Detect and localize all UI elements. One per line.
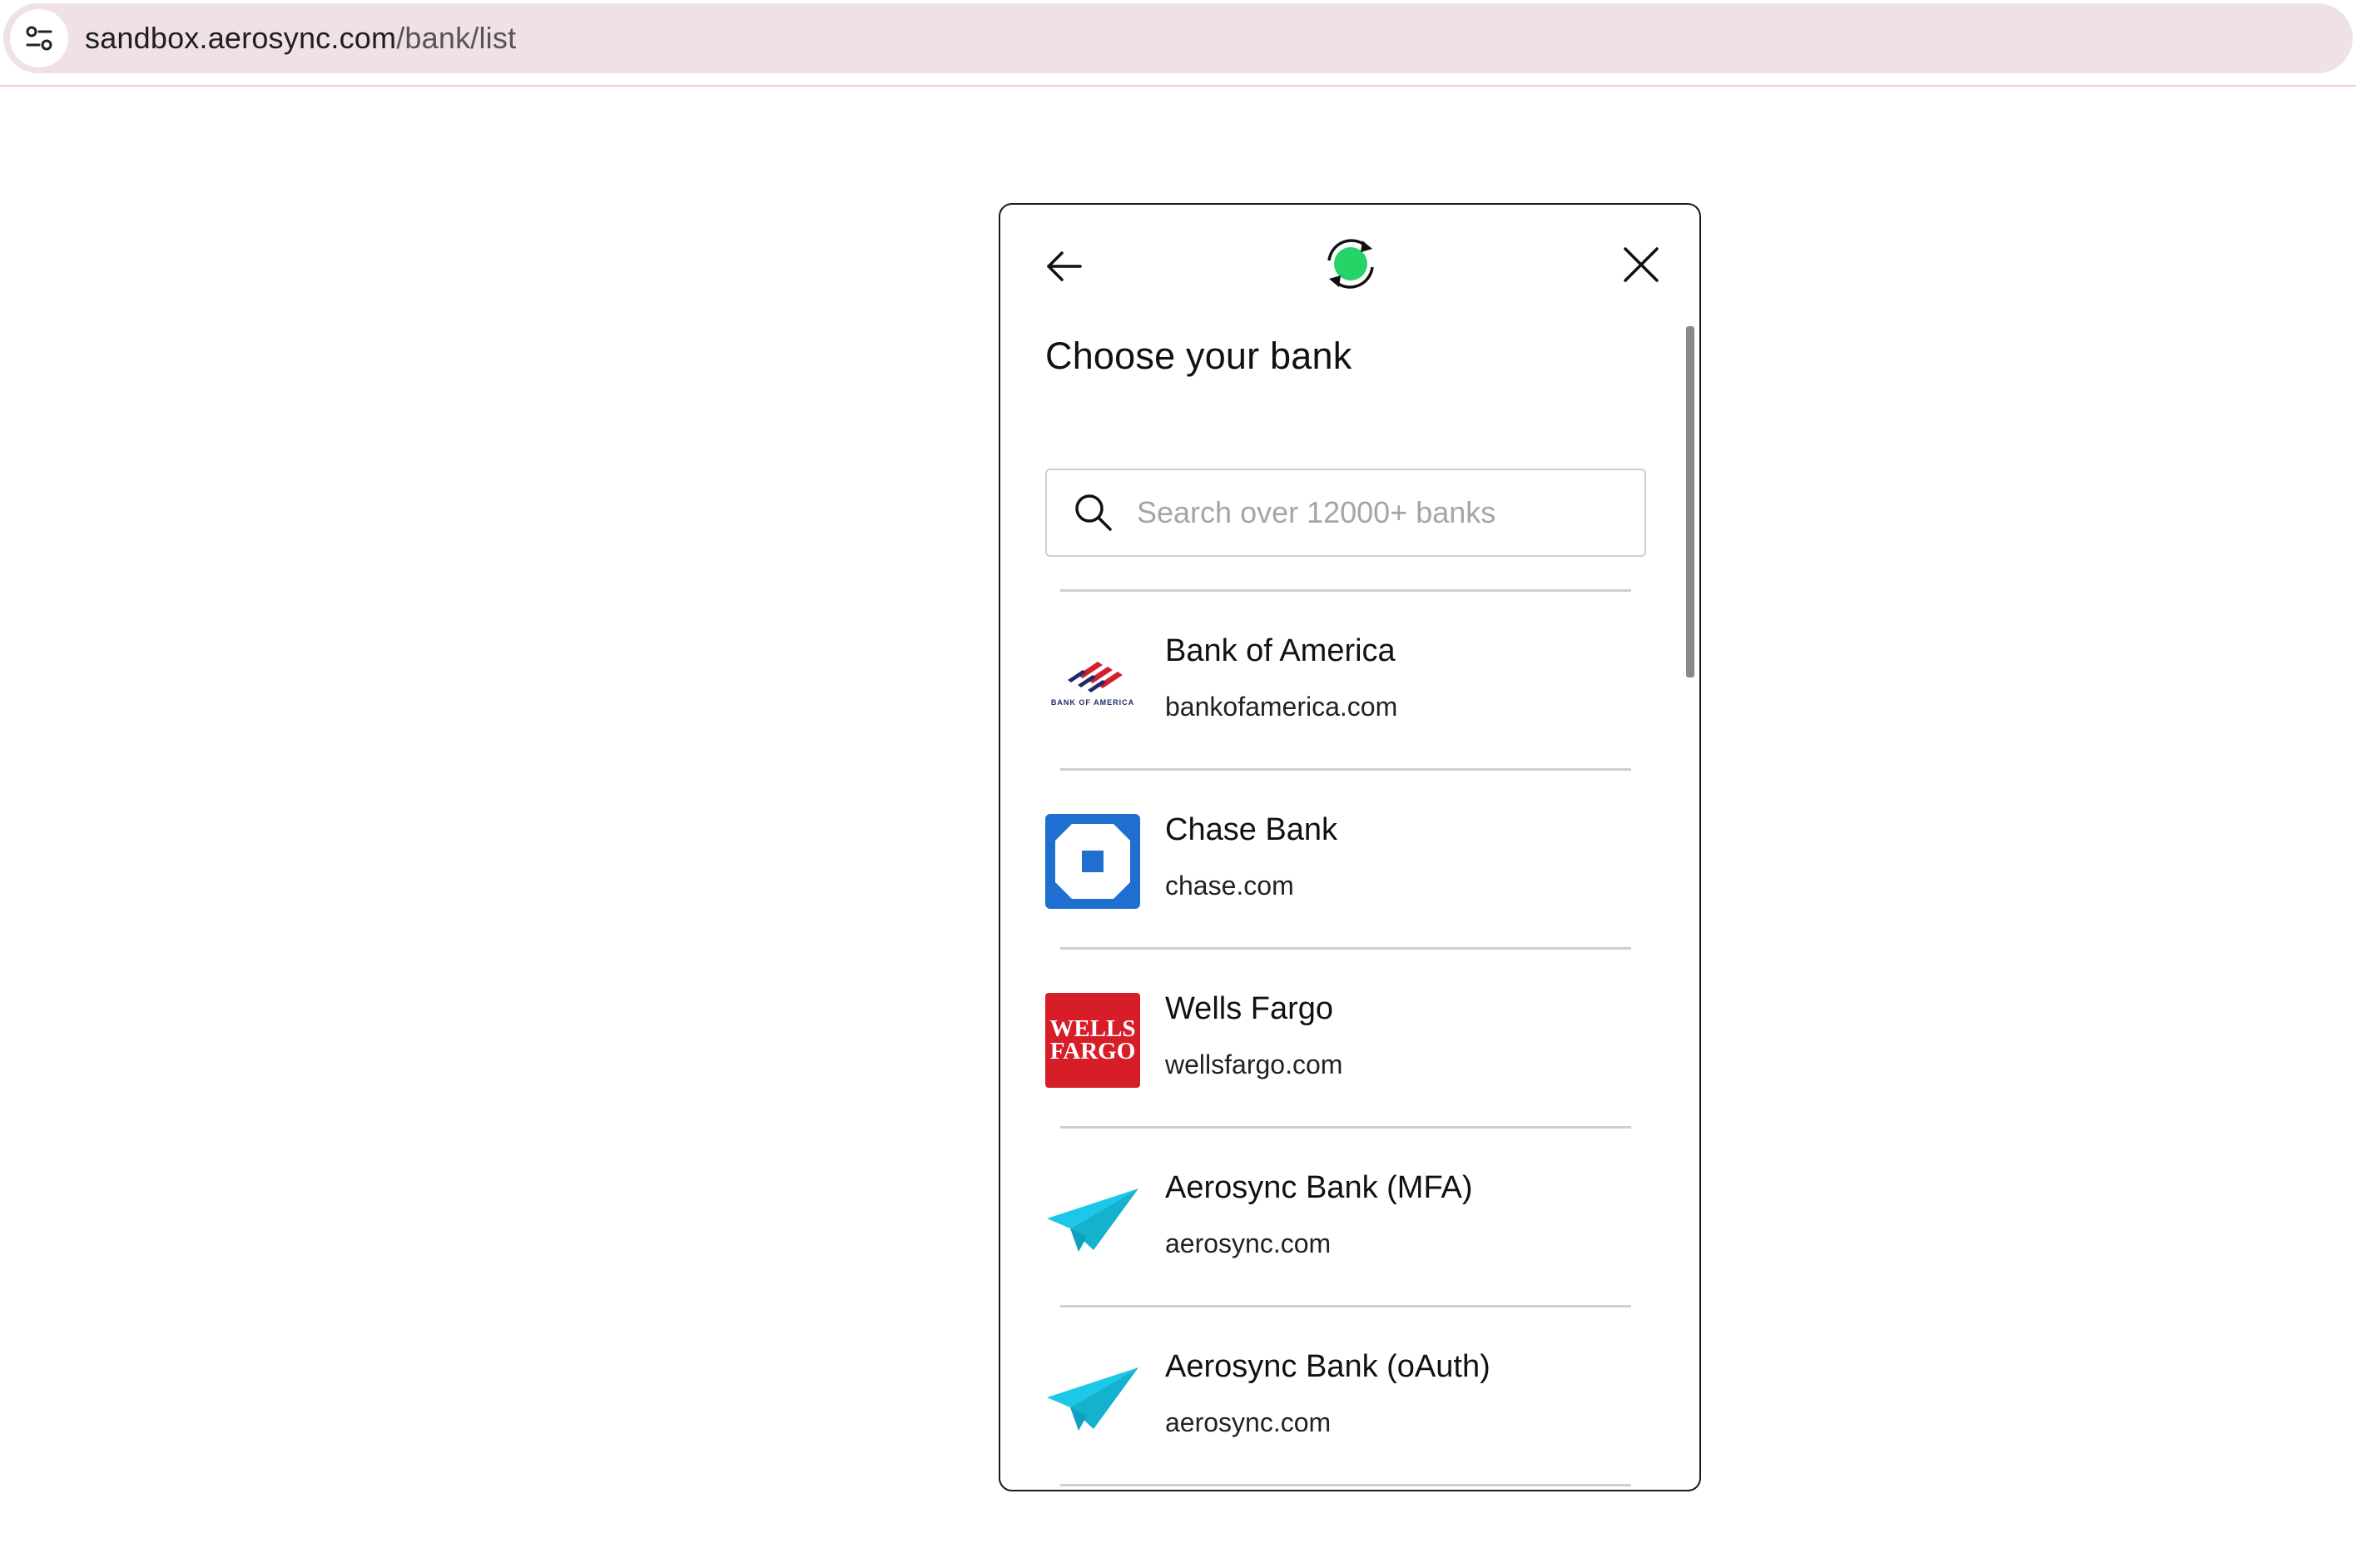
chase-logo xyxy=(1045,814,1140,909)
bank-domain: chase.com xyxy=(1165,871,1294,901)
bank-item-aerosync-mfa[interactable]: Aerosync Bank (MFA) aerosync.com xyxy=(1045,1129,1646,1305)
search-input[interactable] xyxy=(1137,495,1619,530)
bank-item-bank-of-america[interactable]: BANK OF AMERICA Bank of America bankofam… xyxy=(1045,592,1646,768)
close-icon xyxy=(1624,247,1659,282)
bank-name: Bank of America xyxy=(1165,633,1396,668)
back-button[interactable] xyxy=(1042,245,1085,288)
search-icon xyxy=(1075,494,1112,531)
close-button[interactable] xyxy=(1619,243,1663,286)
bank-item-wells-fargo[interactable]: WELLS FARGO Wells Fargo wellsfargo.com xyxy=(1045,950,1646,1126)
url-path: /bank/list xyxy=(396,21,517,55)
bank-of-america-flag-icon xyxy=(1068,662,1123,692)
sync-circle-icon xyxy=(1327,239,1374,289)
divider xyxy=(1060,1484,1631,1486)
wells-fargo-logo-line2: FARGO xyxy=(1049,1038,1136,1064)
search-box[interactable] xyxy=(1045,469,1646,557)
bank-name: Chase Bank xyxy=(1165,812,1338,847)
bank-name: Aerosync Bank (oAuth) xyxy=(1165,1349,1490,1384)
aerosync-logo xyxy=(1045,1351,1140,1446)
paper-plane-icon xyxy=(1047,1188,1138,1252)
address-field[interactable]: sandbox.aerosync.com/bank/list xyxy=(3,3,2353,73)
bank-of-america-logo: BANK OF AMERICA xyxy=(1045,635,1140,730)
url-text[interactable]: sandbox.aerosync.com/bank/list xyxy=(85,21,516,56)
bank-of-america-logo-text: BANK OF AMERICA xyxy=(1050,698,1135,707)
browser-address-bar: sandbox.aerosync.com/bank/list xyxy=(0,0,2356,87)
page-title: Choose your bank xyxy=(1045,335,1352,377)
chase-octagon-icon xyxy=(1045,814,1140,909)
bank-item-aerosync-oauth[interactable]: Aerosync Bank (oAuth) aerosync.com xyxy=(1045,1307,1646,1484)
wells-fargo-logo: WELLS FARGO xyxy=(1045,993,1140,1088)
wells-fargo-logo-line1: WELLS xyxy=(1049,1015,1136,1042)
aerosync-logo xyxy=(1045,1172,1140,1267)
bank-domain: bankofamerica.com xyxy=(1165,692,1398,722)
site-settings-icon[interactable] xyxy=(10,9,68,67)
bank-domain: aerosync.com xyxy=(1165,1228,1332,1258)
bank-domain: wellsfargo.com xyxy=(1165,1049,1343,1079)
arrow-left-icon xyxy=(1047,251,1082,281)
wells-fargo-logo-badge: WELLS FARGO xyxy=(1045,993,1140,1088)
paper-plane-icon xyxy=(1047,1367,1138,1431)
bank-picker-modal: Choose your bank BANK OF AMERICA xyxy=(999,203,1701,1491)
bank-item-chase[interactable]: Chase Bank chase.com xyxy=(1045,771,1646,947)
scrollbar-thumb[interactable] xyxy=(1686,326,1694,677)
bank-domain: aerosync.com xyxy=(1165,1407,1332,1437)
bank-name: Aerosync Bank (MFA) xyxy=(1165,1170,1473,1205)
bank-list: BANK OF AMERICA Bank of America bankofam… xyxy=(1045,589,1646,1486)
bank-name: Wells Fargo xyxy=(1165,991,1334,1026)
url-host: sandbox.aerosync.com xyxy=(85,21,397,55)
